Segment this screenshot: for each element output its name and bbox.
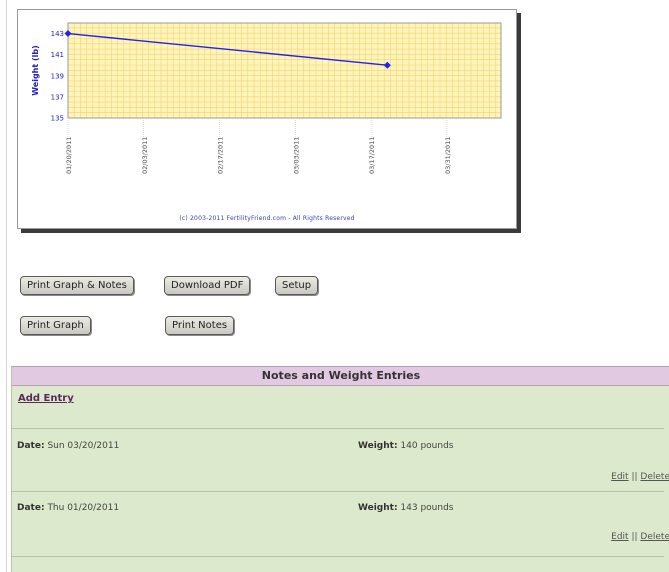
action-separator: || (631, 472, 638, 482)
chart-copyright: (c) 2003-2011 FertilityFriend.com - All … (179, 215, 355, 222)
setup-button[interactable]: Setup (275, 276, 319, 295)
page-left-border (6, 0, 7, 572)
entry-weight: Weight: 140 pounds (358, 441, 454, 451)
y-tick-label: 139 (51, 72, 64, 80)
add-entry-link[interactable]: Add Entry (18, 393, 74, 404)
weight-label: Weight: (358, 441, 398, 451)
weight-chart: 135 137 139 141 143 Weight (lb) 01/20/2011 02/0… (17, 9, 517, 229)
edit-link[interactable]: Edit (611, 532, 628, 542)
y-tick-label: 137 (51, 93, 64, 101)
y-tick-label: 143 (51, 30, 64, 38)
action-separator: || (631, 532, 638, 542)
delete-link[interactable]: Delete (640, 532, 669, 542)
date-label: Date: (17, 503, 45, 513)
entry-date: Date: Sun 03/20/2011 (17, 441, 119, 451)
x-tick-label: 01/20/2011 (65, 137, 73, 174)
row-divider (12, 491, 664, 492)
notes-header: Notes and Weight Entries (12, 366, 669, 386)
delete-link[interactable]: Delete (640, 472, 669, 482)
row-divider (12, 428, 664, 429)
entry-actions: Edit || Delete (611, 532, 669, 542)
weight-value: 143 pounds (400, 503, 454, 513)
entry-actions: Edit || Delete (611, 472, 669, 482)
print-graph-button[interactable]: Print Graph (20, 316, 91, 335)
print-notes-button[interactable]: Print Notes (165, 316, 235, 335)
weight-chart-svg: 135 137 139 141 143 Weight (lb) 01/20/2011 02/0… (31, 22, 502, 174)
x-tick-label: 03/31/2011 (444, 137, 452, 174)
download-pdf-button[interactable]: Download PDF (164, 276, 251, 295)
date-label: Date: (17, 441, 45, 451)
weight-value: 140 pounds (400, 441, 454, 451)
date-value: Sun 03/20/2011 (47, 441, 120, 451)
row-divider (12, 556, 664, 557)
edit-link[interactable]: Edit (611, 472, 628, 482)
notes-section: Notes and Weight Entries Add Entry Date:… (11, 366, 669, 572)
x-tick-label: 03/17/2011 (368, 137, 376, 174)
entry-weight: Weight: 143 pounds (358, 503, 454, 513)
date-value: Thu 01/20/2011 (47, 503, 120, 513)
print-graph-notes-button[interactable]: Print Graph & Notes (20, 276, 134, 295)
y-axis-label: Weight (lb) (31, 45, 40, 96)
x-tick-label: 02/03/2011 (141, 137, 149, 174)
x-tick-label: 02/17/2011 (217, 137, 225, 174)
x-tick-label: 03/03/2011 (292, 137, 300, 174)
y-tick-label: 141 (51, 51, 64, 59)
y-tick-label: 135 (51, 115, 64, 123)
entry-date: Date: Thu 01/20/2011 (17, 503, 119, 513)
weight-label: Weight: (358, 503, 398, 513)
